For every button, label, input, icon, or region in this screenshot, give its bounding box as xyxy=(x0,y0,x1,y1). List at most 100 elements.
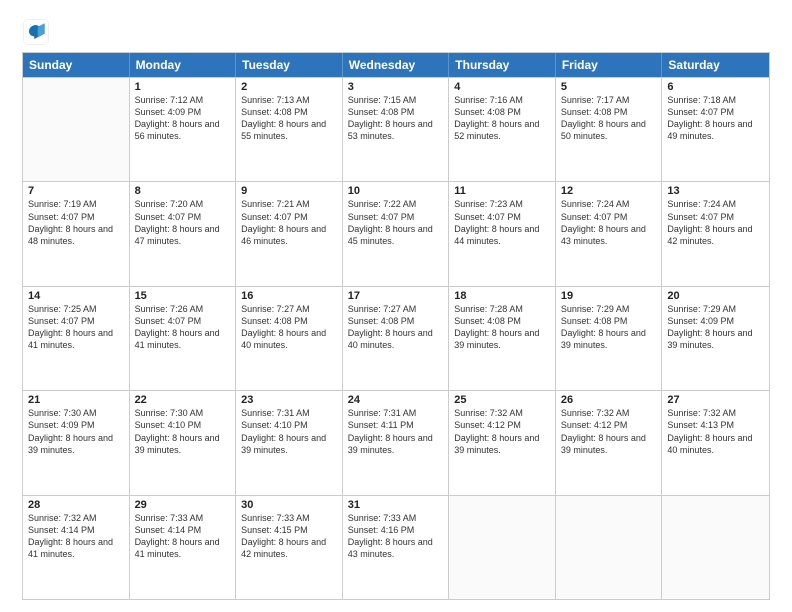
day-cell-19: 19 Sunrise: 7:29 AMSunset: 4:08 PMDayligh… xyxy=(556,287,663,390)
day-cell-1: 1 Sunrise: 7:12 AMSunset: 4:09 PMDaylight… xyxy=(130,78,237,181)
day-number: 21 xyxy=(28,394,124,406)
header-day-thursday: Thursday xyxy=(449,53,556,77)
day-cell-25: 25Sunrise: 7:32 AMSunset: 4:12 PMDayligh… xyxy=(449,391,556,494)
day-number: 7 xyxy=(28,185,124,197)
day-cell-27: 27Sunrise: 7:32 AMSunset: 4:13 PMDayligh… xyxy=(662,391,769,494)
day-cell-13: 13 Sunrise: 7:24 AMSunset: 4:07 PMDayligh… xyxy=(662,182,769,285)
day-info: Sunrise: 7:23 AMSunset: 4:07 PMDaylight:… xyxy=(454,199,539,245)
week-row-1: 1 Sunrise: 7:12 AMSunset: 4:09 PMDaylight… xyxy=(23,77,769,181)
day-info: Sunrise: 7:26 AMSunset: 4:07 PMDaylight:… xyxy=(135,304,220,350)
day-info: Sunrise: 7:32 AMSunset: 4:12 PMDaylight:… xyxy=(454,408,539,454)
day-cell-22: 22Sunrise: 7:30 AMSunset: 4:10 PMDayligh… xyxy=(130,391,237,494)
header-day-tuesday: Tuesday xyxy=(236,53,343,77)
header-day-monday: Monday xyxy=(130,53,237,77)
day-cell-3: 3 Sunrise: 7:15 AMSunset: 4:08 PMDaylight… xyxy=(343,78,450,181)
week-row-5: 28 Sunrise: 7:32 AMSunset: 4:14 PMDayligh… xyxy=(23,495,769,599)
day-cell-29: 29 Sunrise: 7:33 AMSunset: 4:14 PMDayligh… xyxy=(130,496,237,599)
day-number: 30 xyxy=(241,499,337,511)
day-number: 23 xyxy=(241,394,337,406)
day-number: 26 xyxy=(561,394,657,406)
day-number: 15 xyxy=(135,290,231,302)
day-number: 12 xyxy=(561,185,657,197)
logo-icon xyxy=(22,18,50,46)
logo xyxy=(22,18,54,46)
day-info: Sunrise: 7:33 AMSunset: 4:14 PMDaylight:… xyxy=(135,513,220,559)
day-info: Sunrise: 7:17 AMSunset: 4:08 PMDaylight:… xyxy=(561,95,646,141)
day-number: 3 xyxy=(348,81,444,93)
day-info: Sunrise: 7:25 AMSunset: 4:07 PMDaylight:… xyxy=(28,304,113,350)
day-info: Sunrise: 7:21 AMSunset: 4:07 PMDaylight:… xyxy=(241,199,326,245)
header-day-friday: Friday xyxy=(556,53,663,77)
calendar: SundayMondayTuesdayWednesdayThursdayFrid… xyxy=(22,52,770,600)
day-number: 9 xyxy=(241,185,337,197)
day-number: 10 xyxy=(348,185,444,197)
header-day-sunday: Sunday xyxy=(23,53,130,77)
day-cell-23: 23 Sunrise: 7:31 AMSunset: 4:10 PMDayligh… xyxy=(236,391,343,494)
day-info: Sunrise: 7:32 AMSunset: 4:13 PMDaylight:… xyxy=(667,408,752,454)
day-info: Sunrise: 7:27 AMSunset: 4:08 PMDaylight:… xyxy=(241,304,326,350)
day-number: 29 xyxy=(135,499,231,511)
day-number: 5 xyxy=(561,81,657,93)
week-row-2: 7 Sunrise: 7:19 AMSunset: 4:07 PMDaylight… xyxy=(23,181,769,285)
day-number: 16 xyxy=(241,290,337,302)
day-number: 28 xyxy=(28,499,124,511)
day-cell-28: 28 Sunrise: 7:32 AMSunset: 4:14 PMDayligh… xyxy=(23,496,130,599)
day-info: Sunrise: 7:19 AMSunset: 4:07 PMDaylight:… xyxy=(28,199,113,245)
day-number: 2 xyxy=(241,81,337,93)
day-info: Sunrise: 7:24 AMSunset: 4:07 PMDaylight:… xyxy=(561,199,646,245)
day-number: 24 xyxy=(348,394,444,406)
day-info: Sunrise: 7:33 AMSunset: 4:15 PMDaylight:… xyxy=(241,513,326,559)
day-number: 4 xyxy=(454,81,550,93)
page: SundayMondayTuesdayWednesdayThursdayFrid… xyxy=(0,0,792,612)
day-number: 22 xyxy=(135,394,231,406)
day-number: 6 xyxy=(667,81,764,93)
day-number: 13 xyxy=(667,185,764,197)
day-cell-21: 21Sunrise: 7:30 AMSunset: 4:09 PMDayligh… xyxy=(23,391,130,494)
day-cell-14: 14 Sunrise: 7:25 AMSunset: 4:07 PMDayligh… xyxy=(23,287,130,390)
week-row-4: 21Sunrise: 7:30 AMSunset: 4:09 PMDayligh… xyxy=(23,390,769,494)
empty-cell xyxy=(662,496,769,599)
day-info: Sunrise: 7:32 AMSunset: 4:14 PMDaylight:… xyxy=(28,513,113,559)
day-info: Sunrise: 7:15 AMSunset: 4:08 PMDaylight:… xyxy=(348,95,433,141)
empty-cell xyxy=(23,78,130,181)
day-info: Sunrise: 7:31 AMSunset: 4:10 PMDaylight:… xyxy=(241,408,326,454)
day-cell-10: 10 Sunrise: 7:22 AMSunset: 4:07 PMDayligh… xyxy=(343,182,450,285)
day-cell-24: 24Sunrise: 7:31 AMSunset: 4:11 PMDayligh… xyxy=(343,391,450,494)
day-cell-8: 8Sunrise: 7:20 AMSunset: 4:07 PMDaylight… xyxy=(130,182,237,285)
day-cell-31: 31 Sunrise: 7:33 AMSunset: 4:16 PMDayligh… xyxy=(343,496,450,599)
day-number: 17 xyxy=(348,290,444,302)
calendar-body: 1 Sunrise: 7:12 AMSunset: 4:09 PMDaylight… xyxy=(23,77,769,599)
day-info: Sunrise: 7:33 AMSunset: 4:16 PMDaylight:… xyxy=(348,513,433,559)
header-day-wednesday: Wednesday xyxy=(343,53,450,77)
day-number: 31 xyxy=(348,499,444,511)
day-cell-7: 7 Sunrise: 7:19 AMSunset: 4:07 PMDaylight… xyxy=(23,182,130,285)
day-cell-18: 18Sunrise: 7:28 AMSunset: 4:08 PMDayligh… xyxy=(449,287,556,390)
day-info: Sunrise: 7:18 AMSunset: 4:07 PMDaylight:… xyxy=(667,95,752,141)
day-number: 14 xyxy=(28,290,124,302)
empty-cell xyxy=(556,496,663,599)
day-info: Sunrise: 7:22 AMSunset: 4:07 PMDaylight:… xyxy=(348,199,433,245)
week-row-3: 14 Sunrise: 7:25 AMSunset: 4:07 PMDayligh… xyxy=(23,286,769,390)
day-cell-2: 2Sunrise: 7:13 AMSunset: 4:08 PMDaylight… xyxy=(236,78,343,181)
header xyxy=(22,18,770,46)
empty-cell xyxy=(449,496,556,599)
day-number: 18 xyxy=(454,290,550,302)
day-cell-11: 11Sunrise: 7:23 AMSunset: 4:07 PMDayligh… xyxy=(449,182,556,285)
day-cell-20: 20 Sunrise: 7:29 AMSunset: 4:09 PMDayligh… xyxy=(662,287,769,390)
day-cell-5: 5 Sunrise: 7:17 AMSunset: 4:08 PMDaylight… xyxy=(556,78,663,181)
day-cell-16: 16 Sunrise: 7:27 AMSunset: 4:08 PMDayligh… xyxy=(236,287,343,390)
day-cell-17: 17 Sunrise: 7:27 AMSunset: 4:08 PMDayligh… xyxy=(343,287,450,390)
day-cell-12: 12 Sunrise: 7:24 AMSunset: 4:07 PMDayligh… xyxy=(556,182,663,285)
day-info: Sunrise: 7:32 AMSunset: 4:12 PMDaylight:… xyxy=(561,408,646,454)
day-number: 1 xyxy=(135,81,231,93)
day-info: Sunrise: 7:29 AMSunset: 4:08 PMDaylight:… xyxy=(561,304,646,350)
day-info: Sunrise: 7:24 AMSunset: 4:07 PMDaylight:… xyxy=(667,199,752,245)
day-info: Sunrise: 7:27 AMSunset: 4:08 PMDaylight:… xyxy=(348,304,433,350)
calendar-header: SundayMondayTuesdayWednesdayThursdayFrid… xyxy=(23,53,769,77)
day-cell-15: 15 Sunrise: 7:26 AMSunset: 4:07 PMDayligh… xyxy=(130,287,237,390)
day-info: Sunrise: 7:29 AMSunset: 4:09 PMDaylight:… xyxy=(667,304,752,350)
day-info: Sunrise: 7:12 AMSunset: 4:09 PMDaylight:… xyxy=(135,95,220,141)
day-number: 20 xyxy=(667,290,764,302)
day-number: 19 xyxy=(561,290,657,302)
day-number: 8 xyxy=(135,185,231,197)
